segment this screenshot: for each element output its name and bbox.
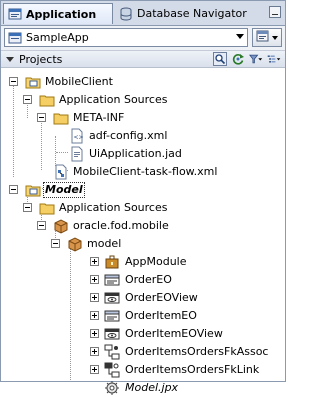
tab-label: Database Navigator (137, 7, 247, 20)
tree-node-orderitemeoview[interactable]: OrderItemEOView (1, 325, 285, 343)
collapse-toggle[interactable] (9, 185, 18, 194)
tree-node-label: oracle.fod.mobile (73, 219, 169, 232)
application-icon (8, 31, 22, 45)
application-module-icon (104, 254, 120, 270)
tree-node-model-project[interactable]: Model (1, 181, 285, 199)
entity-object-icon (104, 308, 120, 324)
tree-node-ordereoview[interactable]: OrderEOView (1, 289, 285, 307)
collapse-triangle-icon[interactable] (6, 56, 14, 62)
find-icon[interactable] (213, 52, 227, 66)
xml-file-icon: <> (69, 128, 85, 144)
tree-node-label: Application Sources (59, 93, 168, 106)
navigator-display-options-icon[interactable] (267, 52, 281, 66)
collapse-toggle[interactable] (23, 95, 32, 104)
tree-node-appmodule[interactable]: AppModule (1, 253, 285, 271)
application-selector[interactable]: SampleApp (4, 28, 248, 47)
folder-icon (39, 92, 55, 108)
expand-toggle[interactable] (90, 275, 99, 284)
tree-node-label: OrderItemEOView (125, 327, 223, 340)
application-icon (8, 7, 22, 21)
tree-node-label: OrderItemsOrdersFkAssoc (125, 345, 269, 358)
tree-node-label: AppModule (125, 255, 187, 268)
view-link-icon (104, 362, 120, 378)
project-folder-icon (25, 182, 41, 198)
tree-node-orderitemsordersfklink[interactable]: OrderItemsOrdersFkLink (1, 361, 285, 379)
tree-node-model-package[interactable]: model (1, 235, 285, 253)
tree-node-label: model (87, 237, 122, 250)
tab-application[interactable]: Application (3, 3, 113, 24)
collapse-toggle[interactable] (9, 77, 18, 86)
tree-node-adf-config-xml[interactable]: <> adf-config.xml (1, 127, 285, 145)
tree-node-label: Model (43, 182, 85, 198)
refresh-icon[interactable] (231, 52, 245, 66)
task-flow-icon (53, 164, 69, 180)
collapse-toggle[interactable] (37, 221, 46, 230)
project-folder-icon (25, 74, 41, 90)
database-navigator-icon (119, 7, 133, 21)
tab-database-navigator[interactable]: Database Navigator (115, 3, 265, 24)
tab-bar: Application Database Navigator (1, 1, 285, 26)
association-icon (104, 344, 120, 360)
tree-node-orderitemeo[interactable]: OrderItemEO (1, 307, 285, 325)
tree-node-application-sources[interactable]: Application Sources (1, 199, 285, 217)
folder-icon (39, 200, 55, 216)
tree-node-mobileclient[interactable]: MobileClient (1, 73, 285, 91)
tree-node-label: adf-config.xml (89, 129, 168, 142)
application-selector-value: SampleApp (26, 31, 89, 44)
projects-toolbar (213, 51, 281, 67)
tree-node-orderitemsordersfkassoc[interactable]: OrderItemsOrdersFkAssoc (1, 343, 285, 361)
tree-node-label: OrderItemEO (125, 309, 197, 322)
expand-toggle[interactable] (90, 311, 99, 320)
expand-toggle[interactable] (90, 365, 99, 374)
collapse-toggle[interactable] (37, 113, 46, 122)
tree-node-label: Application Sources (59, 201, 168, 214)
entity-object-icon (104, 272, 120, 288)
tree-node-label: OrderEOView (125, 291, 198, 304)
tree-node-oracle-fod-mobile[interactable]: oracle.fod.mobile (1, 217, 285, 235)
tree-node-meta-inf[interactable]: META-INF (1, 109, 285, 127)
tree-node-label: MobileClient-task-flow.xml (73, 165, 218, 178)
tree-node-ordereo[interactable]: OrderEO (1, 271, 285, 289)
projects-title: Projects (19, 52, 63, 66)
expand-toggle[interactable] (90, 293, 99, 302)
tree-node-label: MobileClient (45, 75, 113, 88)
filter-icon[interactable] (249, 52, 263, 66)
tree-node-label: META-INF (73, 111, 125, 124)
package-icon (53, 218, 69, 234)
tree-node-label: Model.jpx (125, 381, 179, 394)
tab-label: Application (26, 7, 97, 21)
chevron-down-icon (272, 36, 278, 40)
tree-node-task-flow-xml[interactable]: MobileClient-task-flow.xml (1, 163, 285, 181)
jad-file-icon (69, 146, 85, 162)
view-object-icon (104, 326, 120, 342)
collapse-toggle[interactable] (23, 203, 32, 212)
view-object-icon (104, 290, 120, 306)
expand-toggle[interactable] (90, 329, 99, 338)
application-selector-row: SampleApp (1, 26, 285, 51)
tree-node-label: OrderItemsOrdersFkLink (125, 363, 260, 376)
tree-node-label: UiApplication.jad (89, 147, 182, 160)
tree-node-application-sources[interactable]: Application Sources (1, 91, 285, 109)
project-tree: MobileClient Application Sources META-IN… (1, 68, 285, 395)
application-navigator-panel: Application Database Navigator SampleApp… (0, 0, 286, 395)
chevron-down-icon (236, 34, 244, 39)
application-menu-icon (256, 30, 270, 46)
svg-text:<>: <> (74, 134, 84, 141)
jpx-file-icon (104, 380, 120, 396)
tree-node-uiapplication-jad[interactable]: UiApplication.jad (1, 145, 285, 163)
collapse-toggle[interactable] (51, 239, 60, 248)
application-menu-button[interactable] (252, 28, 282, 47)
folder-icon (53, 110, 69, 126)
expand-toggle[interactable] (90, 347, 99, 356)
expand-toggle[interactable] (90, 257, 99, 266)
tree-node-label: OrderEO (125, 273, 172, 286)
projects-header[interactable]: Projects (1, 51, 285, 68)
minimize-button[interactable] (269, 6, 281, 18)
package-icon (67, 236, 83, 252)
